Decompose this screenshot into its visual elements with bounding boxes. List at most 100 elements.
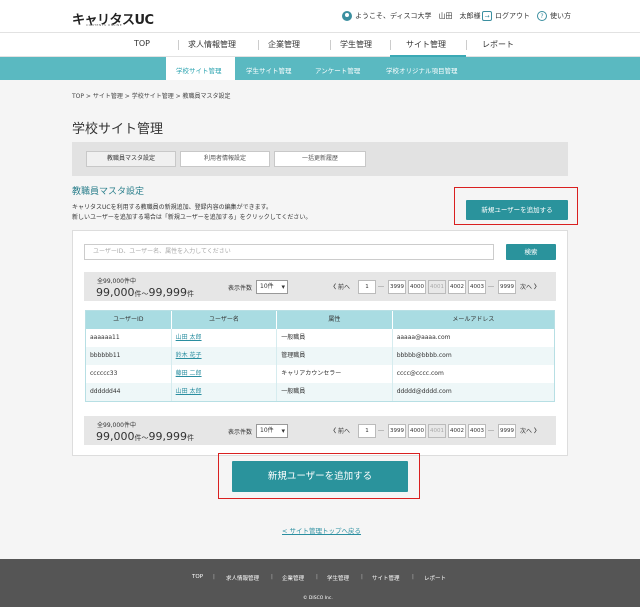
pagination-bottom: 全99,000件中 99,000件～99,999件 表示件数 10件 ▾ 〈 前へ… xyxy=(84,416,556,445)
table-header: ユーザーID ユーザー名 属性 メールアドレス xyxy=(86,311,554,329)
nav-divider xyxy=(178,40,179,50)
help-link[interactable]: ? 使い方 xyxy=(537,11,571,21)
page-ellipsis: … xyxy=(488,426,494,433)
per-page-select[interactable]: 10件 ▾ xyxy=(256,424,288,438)
sub-nav: 学生サイト管理 アンケート管理 学校オリジナル項目管理 xyxy=(0,57,640,80)
search-button[interactable]: 検索 xyxy=(506,244,556,260)
user-table: ユーザーID ユーザー名 属性 メールアドレス aaaaaa11 山田 太郎 一… xyxy=(85,310,555,402)
table-row: bbbbbb11 鈴木 花子 管理職員 bbbbb@bbbb.com xyxy=(86,347,554,365)
chevron-left-icon: 〈 xyxy=(330,284,337,291)
chevron-down-icon: ▾ xyxy=(281,427,285,435)
footer-nav-report[interactable]: レポート xyxy=(424,574,446,582)
next-link[interactable]: 次へ 〉 xyxy=(520,282,540,291)
tab-user-info[interactable]: 利用者情報設定 xyxy=(180,151,270,167)
nav-divider xyxy=(466,40,467,50)
nav-student[interactable]: 学生管理 xyxy=(340,39,372,50)
section-title: 教職員マスタ設定 xyxy=(72,187,145,197)
table-row: dddddd44 山田 太郎 一般職員 ddddd@dddd.com xyxy=(86,383,554,401)
page-button[interactable]: 1 xyxy=(358,280,376,294)
table-row: cccccc33 藤田 二郎 キャリアカウンセラー cccc@cccc.com xyxy=(86,365,554,383)
cell-attribute: 管理職員 xyxy=(277,347,393,365)
next-link[interactable]: 次へ 〉 xyxy=(520,426,540,435)
cell-email: cccc@cccc.com xyxy=(396,370,444,377)
user-name-link[interactable]: 山田 太郎 xyxy=(172,383,278,401)
logout-label: ログアウト xyxy=(495,12,530,20)
page-button[interactable]: 9999 xyxy=(498,424,516,438)
breadcrumb[interactable]: TOP > サイト管理 > 学校サイト管理 > 教職員マスタ設定 xyxy=(72,91,231,100)
range-display: 99,000件～99,999件 xyxy=(96,286,194,299)
footer-divider: | xyxy=(213,574,215,580)
footer-nav-top[interactable]: TOP xyxy=(192,574,203,580)
chevron-left-icon: 〈 xyxy=(330,428,337,435)
footer-nav-site[interactable]: サイト管理 xyxy=(372,574,400,582)
page-button[interactable]: 4000 xyxy=(408,280,426,294)
logout-link[interactable]: → ログアウト xyxy=(482,11,530,21)
search-input[interactable]: ユーザーID、ユーザー名、属性を入力してください xyxy=(84,244,494,260)
table-row: aaaaaa11 山田 太郎 一般職員 aaaaa@aaaa.com xyxy=(86,329,554,347)
footer-nav-job-info[interactable]: 求人情報管理 xyxy=(226,574,259,582)
subnav-school-original[interactable]: 学校オリジナル項目管理 xyxy=(386,65,458,75)
user-greeting: ようこそ、ディスコ大学 山田 太郎様 xyxy=(342,11,481,21)
total-count: 全99,000件中 xyxy=(97,278,136,285)
page-button[interactable]: 4002 xyxy=(448,424,466,438)
cell-attribute: 一般職員 xyxy=(277,329,393,347)
tab-bulk-history[interactable]: 一括更新履歴 xyxy=(274,151,366,167)
page-button[interactable]: 4003 xyxy=(468,280,486,294)
page-ellipsis: … xyxy=(488,282,494,289)
cell-email: bbbbb@bbbb.com xyxy=(396,352,452,359)
nav-divider xyxy=(390,40,391,50)
add-user-button-large[interactable]: 新規ユーザーを追加する xyxy=(232,461,408,492)
per-page-label: 表示件数 xyxy=(228,285,253,292)
footer-nav-student[interactable]: 学生管理 xyxy=(327,574,349,582)
logout-icon: → xyxy=(482,11,492,21)
page-button[interactable]: 4002 xyxy=(448,280,466,294)
subnav-school-site-label: 学校サイト管理 xyxy=(176,67,222,75)
prev-link[interactable]: 〈 前へ xyxy=(330,426,350,435)
page-button[interactable]: 9999 xyxy=(498,280,516,294)
subnav-survey[interactable]: アンケート管理 xyxy=(315,65,360,75)
page-ellipsis: … xyxy=(378,426,384,433)
chevron-down-icon: ▾ xyxy=(281,283,285,291)
column-header-attribute: 属性 xyxy=(277,311,393,329)
page-button[interactable]: 4000 xyxy=(408,424,426,438)
footer-divider: | xyxy=(271,574,273,580)
prev-link[interactable]: 〈 前へ xyxy=(330,282,350,291)
cell-user-id: aaaaaa11 xyxy=(86,329,172,347)
user-icon xyxy=(342,11,352,21)
per-page-select[interactable]: 10件 ▾ xyxy=(256,280,288,294)
subnav-student-site[interactable]: 学生サイト管理 xyxy=(246,65,292,75)
nav-top[interactable]: TOP xyxy=(134,39,150,48)
add-user-button[interactable]: 新規ユーザーを追加する xyxy=(466,200,568,220)
footer-divider: | xyxy=(412,574,414,580)
user-name-link[interactable]: 鈴木 花子 xyxy=(172,347,278,365)
cell-user-id: dddddd44 xyxy=(86,383,172,401)
cell-attribute: 一般職員 xyxy=(277,383,393,401)
column-header-email: メールアドレス xyxy=(452,316,495,323)
help-icon: ? xyxy=(537,11,547,21)
cell-user-id: cccccc33 xyxy=(86,365,172,383)
page-button-current: 4001 xyxy=(428,424,446,438)
page-button[interactable]: 3999 xyxy=(388,424,406,438)
page-button[interactable]: 1 xyxy=(358,424,376,438)
user-name-link[interactable]: 山田 太郎 xyxy=(172,329,278,347)
page-button[interactable]: 3999 xyxy=(388,280,406,294)
nav-divider xyxy=(330,40,331,50)
cell-email: ddddd@dddd.com xyxy=(396,388,452,395)
user-name-link[interactable]: 藤田 二郎 xyxy=(172,365,278,383)
page-button[interactable]: 4003 xyxy=(468,424,486,438)
nav-site[interactable]: サイト管理 xyxy=(406,39,446,50)
nav-company[interactable]: 企業管理 xyxy=(268,39,300,50)
per-page-label: 表示件数 xyxy=(228,429,253,436)
nav-job-info[interactable]: 求人情報管理 xyxy=(188,39,236,50)
page-ellipsis: … xyxy=(378,282,384,289)
nav-report[interactable]: レポート xyxy=(482,39,514,50)
footer-divider: | xyxy=(316,574,318,580)
pagination-top: 全99,000件中 99,000件～99,999件 表示件数 10件 ▾ 〈 前へ… xyxy=(84,272,556,301)
footer-nav-company[interactable]: 企業管理 xyxy=(282,574,304,582)
site-header: キャリタスUC CONTENTS ONLINE ようこそ、ディスコ大学 山田 太… xyxy=(0,0,640,32)
main-nav: TOP 求人情報管理 企業管理 学生管理 サイト管理 レポート xyxy=(0,32,640,57)
back-to-site-top-link[interactable]: < サイト管理トップへ戻る xyxy=(282,525,361,535)
site-footer: TOP | 求人情報管理 | 企業管理 | 学生管理 | サイト管理 | レポー… xyxy=(0,559,640,607)
column-header-user-name: ユーザー名 xyxy=(172,311,278,329)
tab-staff-master[interactable]: 教職員マスタ設定 xyxy=(86,151,176,167)
